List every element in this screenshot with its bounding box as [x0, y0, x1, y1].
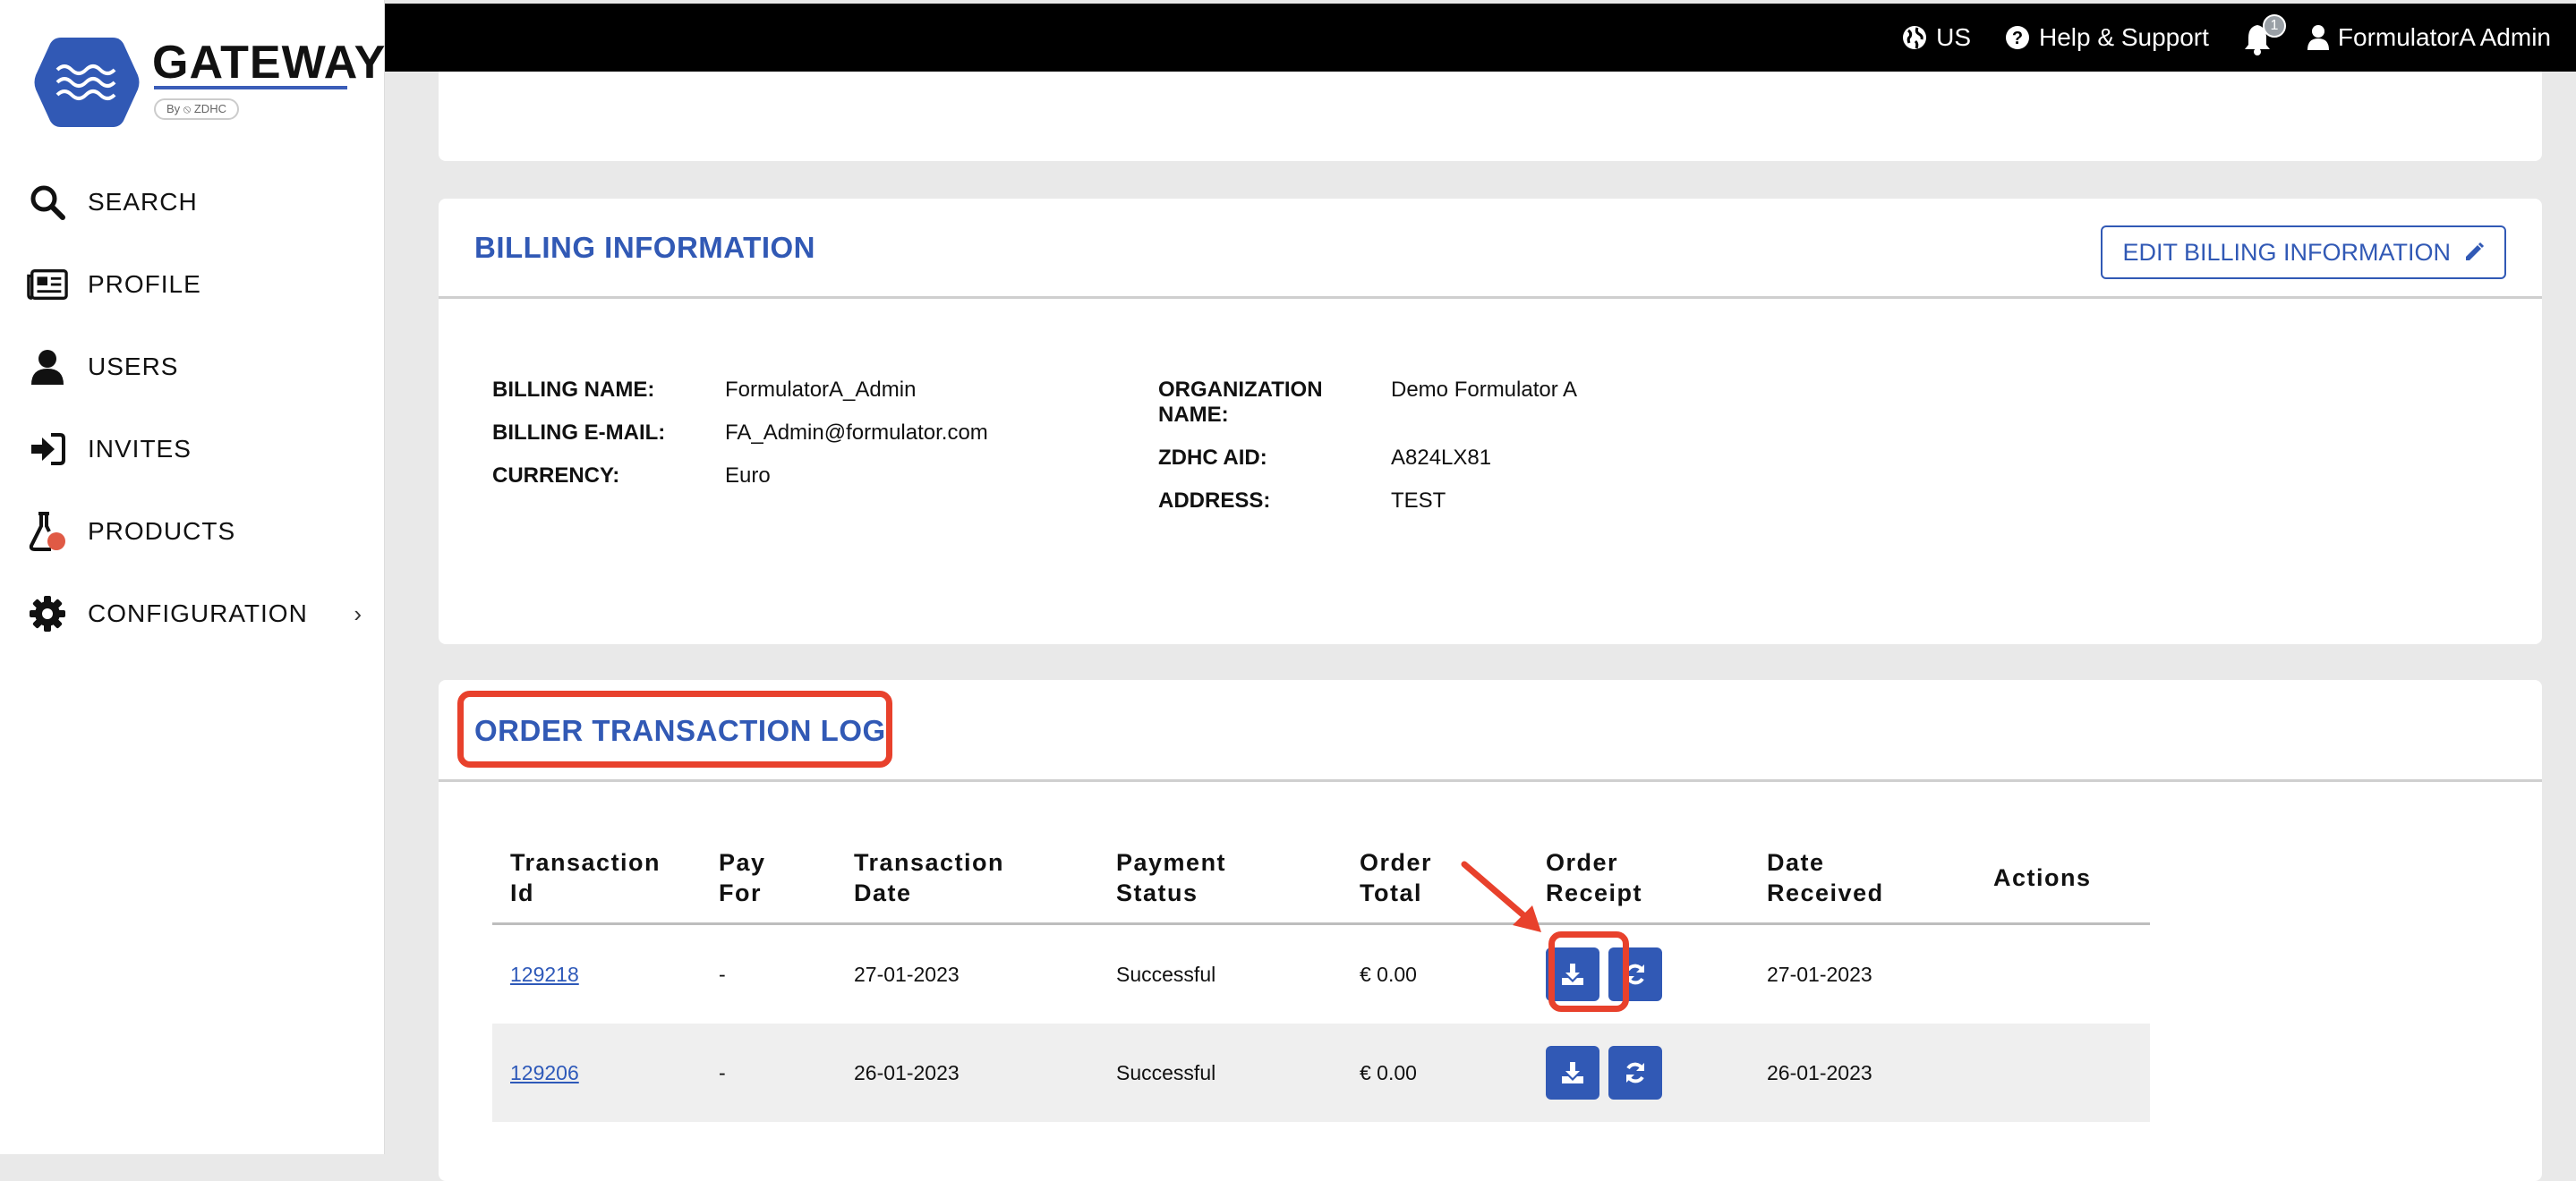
pencil-icon: [2466, 242, 2485, 260]
billing-email-value: FA_Admin@formulator.com: [725, 421, 988, 445]
sidebar-item-profile[interactable]: PROFILE: [0, 243, 385, 326]
sidebar-item-label: INVITES: [88, 435, 192, 463]
user-icon: [27, 346, 68, 387]
zdhc-aid-row: ZDHC AID: A824LX81: [1158, 446, 1577, 471]
currency-label: CURRENCY:: [492, 463, 620, 488]
chevron-right-icon: ›: [354, 599, 362, 627]
top-bar: US ? Help & Support 1 FormulatorA Admin: [385, 4, 2576, 72]
sidebar-item-search[interactable]: SEARCH: [0, 161, 385, 243]
date-received-cell: 26-01-2023: [1767, 1060, 1872, 1084]
sidebar-nav: SEARCH PROFILE USERS INVITES PRODUCTS CO…: [0, 161, 385, 655]
previous-section-card: [439, 72, 2542, 161]
table-row: 129206 - 26-01-2023 Successful € 0.00 26…: [492, 1024, 2150, 1122]
notifications-button[interactable]: 1: [2243, 14, 2286, 55]
search-icon: [27, 182, 68, 223]
help-support-link[interactable]: ? Help & Support: [2005, 23, 2209, 52]
order-receipt-cell: [1546, 1046, 1767, 1100]
transaction-id-link[interactable]: 129206: [510, 1061, 579, 1084]
region-selector[interactable]: US: [1902, 23, 1971, 52]
column-header[interactable]: Transaction Date: [854, 847, 1116, 908]
edit-billing-button[interactable]: EDIT BILLING INFORMATION: [2101, 225, 2506, 279]
payment-status-cell: Successful: [1116, 1060, 1216, 1084]
order-total-cell: € 0.00: [1360, 962, 1417, 986]
zdhc-aid-label: ZDHC AID:: [1158, 446, 1267, 470]
billing-name-value: FormulatorA_Admin: [725, 378, 917, 402]
currency-value: Euro: [725, 463, 771, 488]
billing-card-header: BILLING INFORMATION EDIT BILLING INFORMA…: [439, 199, 2542, 299]
billing-right-column: ORGANIZATION NAME: Demo Formulator A ZDH…: [1158, 378, 1577, 531]
pay-for-cell: -: [719, 962, 726, 986]
flask-icon: [27, 511, 68, 552]
billing-information-card: BILLING INFORMATION EDIT BILLING INFORMA…: [439, 199, 2542, 644]
download-button-highlight: [1548, 931, 1629, 1012]
organization-row: ORGANIZATION NAME: Demo Formulator A: [1158, 378, 1577, 428]
brand-name: GATEWAY: [152, 37, 387, 89]
sidebar-item-invites[interactable]: INVITES: [0, 408, 385, 490]
sign-in-icon: [27, 429, 68, 470]
user-icon: [2307, 25, 2329, 50]
sidebar-item-label: PROFILE: [88, 270, 201, 298]
address-value: TEST: [1391, 489, 1446, 513]
svg-text:?: ?: [2012, 29, 2023, 48]
transaction-date-cell: 27-01-2023: [854, 962, 960, 986]
gear-icon: [27, 593, 68, 634]
date-received-cell: 27-01-2023: [1767, 962, 1872, 986]
download-icon: [1562, 1062, 1583, 1083]
gateway-logo[interactable]: GATEWAY By ⦸ ZDHC: [34, 34, 385, 132]
sidebar-item-configuration[interactable]: CONFIGURATION ›: [0, 573, 385, 655]
newspaper-icon: [27, 264, 68, 305]
organization-label: ORGANIZATION NAME:: [1158, 378, 1323, 427]
currency-row: CURRENCY: Euro: [492, 463, 988, 489]
logo-hexagon-icon: [34, 38, 140, 127]
globe-icon: [1903, 26, 1927, 49]
billing-left-column: BILLING NAME: FormulatorA_Admin BILLING …: [492, 378, 988, 506]
sidebar-item-label: PRODUCTS: [88, 517, 236, 545]
region-label: US: [1936, 23, 1971, 51]
sidebar-item-label: CONFIGURATION: [88, 599, 308, 627]
zdhc-aid-value: A824LX81: [1391, 446, 1492, 470]
sidebar-item-label: SEARCH: [88, 188, 198, 216]
download-receipt-button[interactable]: [1546, 1046, 1599, 1100]
brand-underline: [154, 86, 347, 89]
column-header[interactable]: Date Received: [1767, 847, 1993, 908]
billing-title: BILLING INFORMATION: [474, 231, 816, 264]
address-label: ADDRESS:: [1158, 489, 1271, 513]
help-label: Help & Support: [2039, 23, 2209, 51]
sidebar-item-label: USERS: [88, 353, 179, 380]
column-header[interactable]: Payment Status: [1116, 847, 1360, 908]
user-menu[interactable]: FormulatorA Admin: [2307, 23, 2551, 52]
payment-status-cell: Successful: [1116, 962, 1216, 986]
brand-byline: By ⦸ ZDHC: [154, 98, 239, 120]
edit-billing-label: EDIT BILLING INFORMATION: [2122, 238, 2451, 266]
transaction-date-cell: 26-01-2023: [854, 1060, 960, 1084]
order-total-cell: € 0.00: [1360, 1060, 1417, 1084]
sidebar-item-products[interactable]: PRODUCTS: [0, 490, 385, 573]
table-row: 129218 - 27-01-2023 Successful € 0.00 27…: [492, 925, 2150, 1024]
notification-badge: 1: [2262, 14, 2286, 38]
transaction-id-link[interactable]: 129218: [510, 963, 579, 986]
refresh-icon: [1626, 1062, 1644, 1083]
refresh-receipt-button[interactable]: [1608, 1046, 1662, 1100]
column-header[interactable]: Order Receipt: [1546, 847, 1767, 908]
pay-for-cell: -: [719, 1060, 726, 1084]
question-circle-icon: ?: [2006, 26, 2029, 49]
address-row: ADDRESS: TEST: [1158, 489, 1577, 514]
column-header[interactable]: Pay For: [719, 847, 854, 908]
billing-email-row: BILLING E-MAIL: FA_Admin@formulator.com: [492, 421, 988, 446]
annotation-arrow-icon: [1461, 861, 1541, 932]
billing-name-row: BILLING NAME: FormulatorA_Admin: [492, 378, 988, 403]
transaction-table: Transaction Id Pay For Transaction Date …: [492, 832, 2150, 1122]
log-title-highlight: [457, 691, 892, 768]
sidebar: GATEWAY By ⦸ ZDHC SEARCH PROFILE USERS I…: [0, 0, 385, 1154]
column-header[interactable]: Transaction Id: [492, 847, 719, 908]
user-name: FormulatorA Admin: [2337, 23, 2551, 51]
billing-name-label: BILLING NAME:: [492, 378, 655, 402]
column-header[interactable]: Actions: [1993, 862, 2150, 893]
organization-value: Demo Formulator A: [1391, 378, 1578, 402]
table-header: Transaction Id Pay For Transaction Date …: [492, 832, 2150, 925]
billing-email-label: BILLING E-MAIL:: [492, 421, 666, 445]
sidebar-item-users[interactable]: USERS: [0, 326, 385, 408]
